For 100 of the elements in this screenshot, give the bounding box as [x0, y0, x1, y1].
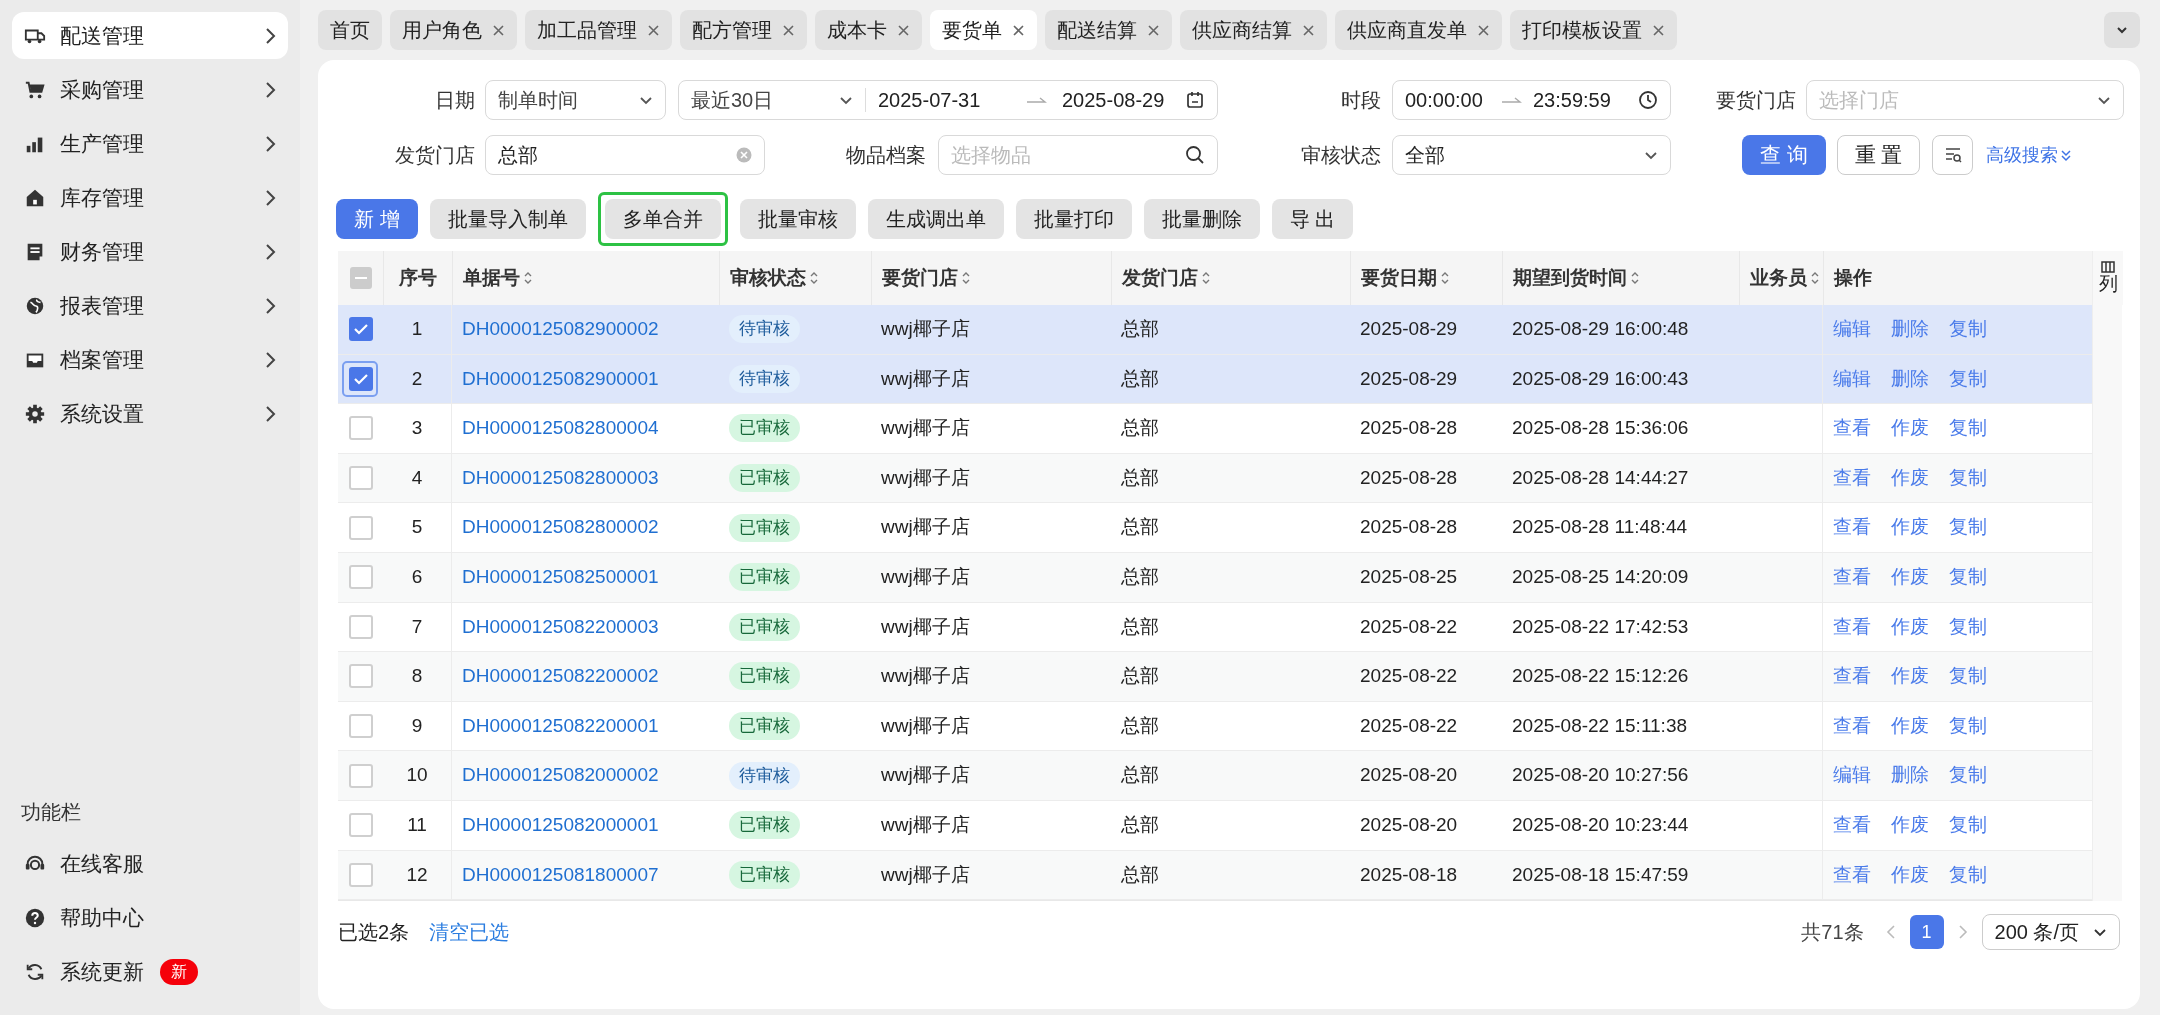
row-action-link[interactable]: 复制	[1949, 513, 1987, 542]
sidebar-menu-item[interactable]: 库存管理	[12, 174, 288, 221]
order-link[interactable]: DH0000125082200001	[462, 711, 659, 741]
status-select[interactable]: 全部	[1392, 135, 1671, 175]
row-action-link[interactable]: 作废	[1891, 612, 1929, 642]
row-action-link[interactable]: 编辑	[1833, 315, 1871, 344]
row-action-link[interactable]: 查看	[1833, 463, 1871, 493]
toolbar-button[interactable]: 批量删除	[1143, 199, 1260, 239]
advanced-search-link[interactable]: 高级搜索	[1986, 141, 2072, 169]
sidebar-menu-item[interactable]: 财务管理	[12, 228, 288, 275]
row-action-link[interactable]: 复制	[1949, 563, 1987, 592]
page-button[interactable]: 1	[1909, 915, 1944, 950]
row-action-link[interactable]: 查看	[1833, 711, 1871, 741]
row-checkbox[interactable]	[348, 515, 373, 540]
tab[interactable]: 成本卡	[815, 10, 922, 50]
time-range-picker[interactable]: 00:00:00 23:59:59	[1392, 80, 1671, 120]
row-action-link[interactable]: 复制	[1949, 811, 1987, 840]
order-link[interactable]: DH0000125082800004	[462, 414, 659, 443]
tab[interactable]: 加工品管理	[525, 10, 672, 50]
row-checkbox[interactable]	[348, 466, 373, 491]
row-action-link[interactable]: 作废	[1891, 563, 1929, 592]
row-checkbox[interactable]	[348, 813, 373, 838]
order-link[interactable]: DH0000125082800003	[462, 463, 659, 493]
row-action-link[interactable]: 查看	[1833, 563, 1871, 592]
tab[interactable]: 供应商直发单	[1335, 10, 1502, 50]
row-action-link[interactable]: 复制	[1949, 711, 1987, 741]
sidebar-menu-item[interactable]: 采购管理	[12, 66, 288, 113]
row-action-link[interactable]: 复制	[1949, 860, 1987, 890]
row-checkbox[interactable]	[348, 862, 373, 887]
tab[interactable]: 供应商结算	[1180, 10, 1327, 50]
tab[interactable]: 首页	[318, 10, 382, 50]
order-link[interactable]: DH0000125082900001	[462, 364, 659, 394]
tab[interactable]: 要货单	[930, 10, 1037, 50]
sidebar-menu-item[interactable]: 生产管理	[12, 120, 288, 167]
tab[interactable]: 配送结算	[1045, 10, 1172, 50]
toolbar-button[interactable]: 新 增	[336, 199, 418, 239]
tools-item[interactable]: 系统更新 新	[12, 945, 288, 999]
row-checkbox[interactable]	[348, 664, 373, 689]
row-checkbox[interactable]	[348, 763, 373, 788]
filter-settings-button[interactable]	[1932, 135, 1973, 175]
tab[interactable]: 配方管理	[680, 10, 807, 50]
row-action-link[interactable]: 编辑	[1833, 364, 1871, 394]
order-link[interactable]: DH0000125082200003	[462, 612, 659, 642]
row-action-link[interactable]: 复制	[1949, 612, 1987, 642]
row-action-link[interactable]: 复制	[1949, 761, 1987, 790]
row-action-link[interactable]: 作废	[1891, 860, 1929, 890]
row-checkbox[interactable]	[348, 565, 373, 590]
clear-selection-link[interactable]: 清空已选	[429, 917, 510, 948]
date-type-select[interactable]: 制单时间	[485, 80, 666, 120]
row-action-link[interactable]: 复制	[1949, 315, 1987, 344]
sidebar-menu-item[interactable]: 报表管理	[12, 282, 288, 329]
select-all-checkbox[interactable]	[349, 267, 372, 289]
order-link[interactable]: DH0000125082000001	[462, 811, 659, 840]
row-action-link[interactable]: 复制	[1949, 414, 1987, 443]
order-link[interactable]: DH0000125082900002	[462, 315, 659, 344]
order-link[interactable]: DH0000125081800007	[462, 860, 659, 890]
sidebar-menu-item[interactable]: 系统设置	[12, 390, 288, 437]
row-action-link[interactable]: 作废	[1891, 513, 1929, 542]
tab[interactable]: 打印模板设置	[1510, 10, 1677, 50]
toolbar-button[interactable]: 多单合并	[604, 199, 721, 239]
row-action-link[interactable]: 查看	[1833, 662, 1871, 691]
toolbar-button[interactable]: 批量导入制单	[429, 199, 586, 239]
row-action-link[interactable]: 作废	[1891, 811, 1929, 840]
page-size-select[interactable]: 200 条/页	[1981, 914, 2120, 951]
row-action-link[interactable]: 删除	[1891, 315, 1929, 344]
row-action-link[interactable]: 复制	[1949, 364, 1987, 394]
row-action-link[interactable]: 作废	[1891, 711, 1929, 741]
order-link[interactable]: DH0000125082500001	[462, 563, 659, 592]
row-action-link[interactable]: 查看	[1833, 414, 1871, 443]
sidebar-menu-item[interactable]: 配送管理	[12, 12, 288, 59]
row-checkbox[interactable]	[348, 714, 373, 739]
order-link[interactable]: DH0000125082200002	[462, 662, 659, 691]
ship-store-field[interactable]: 总部	[485, 135, 765, 175]
row-checkbox[interactable]	[348, 317, 373, 342]
row-action-link[interactable]: 复制	[1949, 463, 1987, 493]
sidebar-menu-item[interactable]: 档案管理	[12, 336, 288, 383]
row-checkbox[interactable]	[348, 366, 373, 391]
date-range-picker[interactable]: 最近30日 2025-07-31 2025-08-29	[678, 80, 1218, 120]
row-action-link[interactable]: 删除	[1891, 364, 1929, 394]
query-button[interactable]: 查 询	[1742, 135, 1826, 175]
row-action-link[interactable]: 查看	[1833, 513, 1871, 542]
toolbar-button[interactable]: 生成调出单	[867, 199, 1004, 239]
row-action-link[interactable]: 编辑	[1833, 761, 1871, 790]
row-action-link[interactable]: 查看	[1833, 860, 1871, 890]
row-action-link[interactable]: 作废	[1891, 414, 1929, 443]
row-action-link[interactable]: 作废	[1891, 662, 1929, 691]
toolbar-button[interactable]: 批量审核	[739, 199, 856, 239]
row-action-link[interactable]: 查看	[1833, 612, 1871, 642]
tabs-dropdown-button[interactable]	[2104, 12, 2140, 48]
row-action-link[interactable]: 作废	[1891, 463, 1929, 493]
order-link[interactable]: DH0000125082800002	[462, 513, 659, 542]
row-checkbox[interactable]	[348, 614, 373, 639]
row-checkbox[interactable]	[348, 416, 373, 441]
toolbar-button[interactable]: 批量打印	[1015, 199, 1132, 239]
tools-item[interactable]: 帮助中心	[12, 891, 288, 945]
tab[interactable]: 用户角色	[390, 10, 517, 50]
toolbar-button[interactable]: 导 出	[1271, 199, 1354, 239]
row-action-link[interactable]: 复制	[1949, 662, 1987, 691]
order-link[interactable]: DH0000125082000002	[462, 761, 659, 790]
tools-item[interactable]: 在线客服	[12, 837, 288, 891]
